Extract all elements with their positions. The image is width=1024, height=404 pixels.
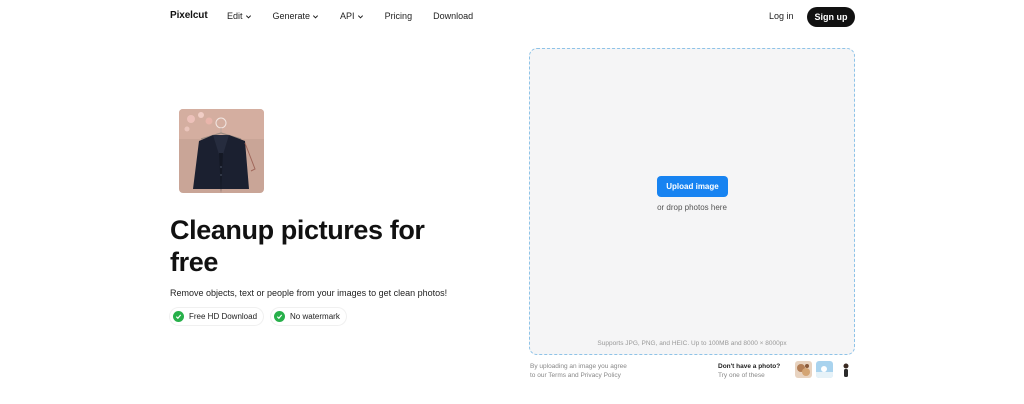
menu-item-label: API <box>340 11 355 21</box>
sample-prompt-subtitle: Try one of these <box>718 372 765 379</box>
sample-image-sky[interactable] <box>816 361 833 378</box>
terms-notice: By uploading an image you agree to our T… <box>530 362 627 380</box>
menu-item-download[interactable]: Download <box>433 11 473 21</box>
feature-badge: Free HD Download <box>170 308 264 325</box>
main-menu: Edit Generate API Pricing Download <box>227 11 494 21</box>
sample-prompt-title: Don't have a photo? <box>718 363 781 370</box>
terms-link[interactable]: to our Terms and Privacy Policy <box>530 371 627 380</box>
signup-button[interactable]: Sign up <box>807 7 855 27</box>
menu-item-label: Edit <box>227 11 243 21</box>
example-thumbnail <box>179 109 264 193</box>
chevron-down-icon <box>313 14 319 18</box>
upload-dropzone[interactable]: Upload image or drop photos here Support… <box>529 48 855 355</box>
jacket-image <box>179 109 264 193</box>
logo[interactable]: Pixelcut <box>170 10 208 21</box>
upload-image-button[interactable]: Upload image <box>657 176 728 197</box>
menu-item-pricing[interactable]: Pricing <box>385 11 413 21</box>
feature-badge-label: No watermark <box>290 312 340 321</box>
page-subtitle: Remove objects, text or people from your… <box>170 288 448 298</box>
menu-item-generate[interactable]: Generate <box>273 11 320 21</box>
sample-image-food[interactable] <box>795 361 812 378</box>
check-icon <box>274 311 286 322</box>
top-nav: Pixelcut Edit Generate API Pricing Downl… <box>0 0 1024 34</box>
menu-item-api[interactable]: API <box>340 11 364 21</box>
feature-badge-label: Free HD Download <box>189 312 258 321</box>
menu-item-label: Download <box>433 11 474 21</box>
sample-images <box>795 361 854 378</box>
sample-prompt: Don't have a photo? Try one of these <box>718 362 780 380</box>
supported-formats: Supports JPG, PNG, and HEIC. Up to 100MB… <box>597 340 787 347</box>
menu-item-label: Pricing <box>384 11 413 21</box>
sample-image-person[interactable] <box>837 361 854 378</box>
menu-item-label: Generate <box>272 11 311 21</box>
feature-badges: Free HD Download No watermark <box>170 308 346 325</box>
menu-item-edit[interactable]: Edit <box>227 11 252 21</box>
page-title: Cleanup pictures for free <box>170 215 425 277</box>
chevron-down-icon <box>245 14 251 18</box>
login-link[interactable]: Log in <box>769 11 794 21</box>
feature-badge: No watermark <box>271 308 346 325</box>
terms-line: By uploading an image you agree <box>530 363 627 370</box>
check-icon <box>173 311 184 322</box>
chevron-down-icon <box>357 14 363 18</box>
drop-hint: or drop photos here <box>657 203 727 212</box>
